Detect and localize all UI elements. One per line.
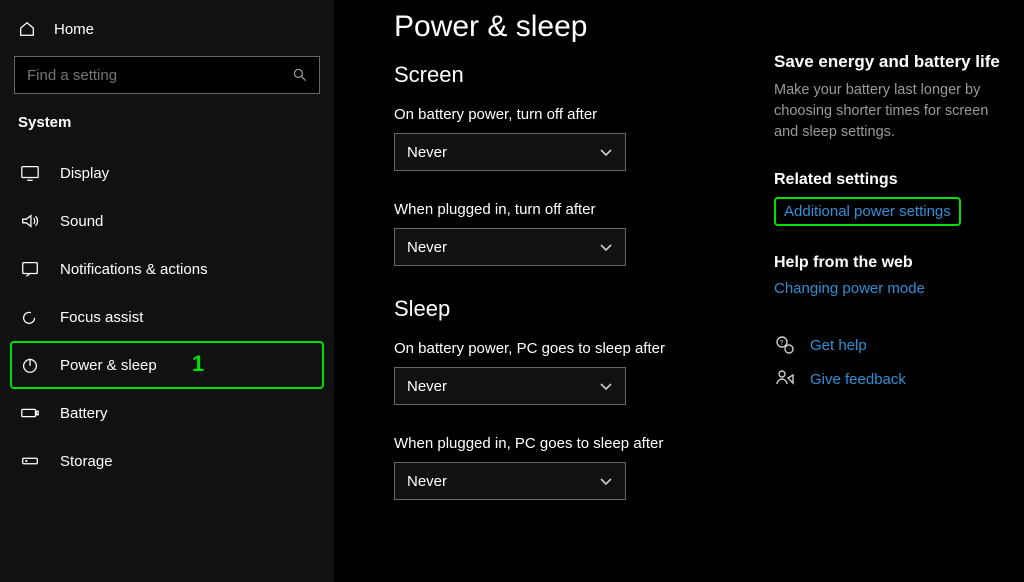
display-icon [20,163,40,183]
energy-heading: Save energy and battery life [774,52,1014,72]
related-heading: Related settings [774,171,1014,189]
sidebar-item-sound[interactable]: Sound [10,197,324,245]
sidebar-item-label: Storage [60,453,113,470]
select-value: Never [407,473,447,490]
chevron-down-icon [599,379,613,393]
sound-icon [20,211,40,231]
related-block: Related settings Additional power settin… [774,171,1014,226]
sidebar: Home System Display [0,0,334,582]
svg-text:?: ? [780,340,784,347]
sidebar-item-label: Battery [60,405,108,422]
sleep-plugged-select[interactable]: Never [394,462,626,500]
sidebar-item-storage[interactable]: Storage [10,437,324,485]
focus-assist-icon [20,307,40,327]
sleep-battery-field: On battery power, PC goes to sleep after… [394,340,754,405]
notifications-icon [20,259,40,279]
feedback-icon [774,368,796,390]
select-value: Never [407,378,447,395]
sleep-heading: Sleep [394,296,754,322]
screen-heading: Screen [394,62,754,88]
get-help-row[interactable]: ? Get help [774,334,1014,356]
battery-icon [20,403,40,423]
select-value: Never [407,144,447,161]
sidebar-item-notifications[interactable]: Notifications & actions [10,245,324,293]
get-help-icon: ? [774,334,796,356]
screen-plugged-field: When plugged in, turn off after Never [394,201,754,266]
give-feedback-row[interactable]: Give feedback [774,368,1014,390]
field-label: When plugged in, turn off after [394,201,754,218]
sidebar-item-battery[interactable]: Battery [10,389,324,437]
field-label: When plugged in, PC goes to sleep after [394,435,754,452]
page-title: Power & sleep [394,10,754,44]
main-content: Power & sleep Screen On battery power, t… [334,0,1024,582]
sidebar-item-label: Power & sleep [60,357,157,374]
screen-battery-field: On battery power, turn off after Never [394,106,754,171]
chevron-down-icon [599,145,613,159]
sidebar-item-label: Notifications & actions [60,261,208,278]
sidebar-item-label: Sound [60,213,103,230]
support-block: ? Get help Give feedback [774,334,1014,390]
sidebar-item-power-sleep[interactable]: Power & sleep [10,341,324,389]
callout-1: 1 [192,351,204,377]
changing-power-mode-link[interactable]: Changing power mode [774,280,925,297]
web-help-heading: Help from the web [774,254,1014,272]
center-column: Power & sleep Screen On battery power, t… [394,10,754,582]
search-wrap [14,56,320,94]
screen-battery-select[interactable]: Never [394,133,626,171]
sidebar-item-display[interactable]: Display [10,149,324,197]
chevron-down-icon [599,474,613,488]
home-nav[interactable]: Home [10,10,324,54]
give-feedback-link: Give feedback [810,371,906,388]
additional-power-settings-link[interactable]: Additional power settings [774,197,961,226]
system-heading: System [10,114,324,149]
chevron-down-icon [599,240,613,254]
settings-window: Home System Display [0,0,1024,582]
sidebar-item-label: Focus assist [60,309,143,326]
sleep-battery-select[interactable]: Never [394,367,626,405]
energy-block: Save energy and battery life Make your b… [774,52,1014,143]
power-icon [20,355,40,375]
home-label: Home [54,21,94,38]
screen-plugged-select[interactable]: Never [394,228,626,266]
storage-icon [20,451,40,471]
get-help-link: Get help [810,337,867,354]
field-label: On battery power, turn off after [394,106,754,123]
search-icon [292,67,308,83]
energy-body: Make your battery last longer by choosin… [774,80,1014,143]
select-value: Never [407,239,447,256]
search-input[interactable] [14,56,320,94]
sidebar-item-focus-assist[interactable]: Focus assist [10,293,324,341]
home-icon [18,20,36,38]
sidebar-item-label: Display [60,165,109,182]
sleep-plugged-field: When plugged in, PC goes to sleep after … [394,435,754,500]
field-label: On battery power, PC goes to sleep after [394,340,754,357]
web-help-block: Help from the web Changing power mode [774,254,1014,298]
right-column: Save energy and battery life Make your b… [774,10,1014,582]
